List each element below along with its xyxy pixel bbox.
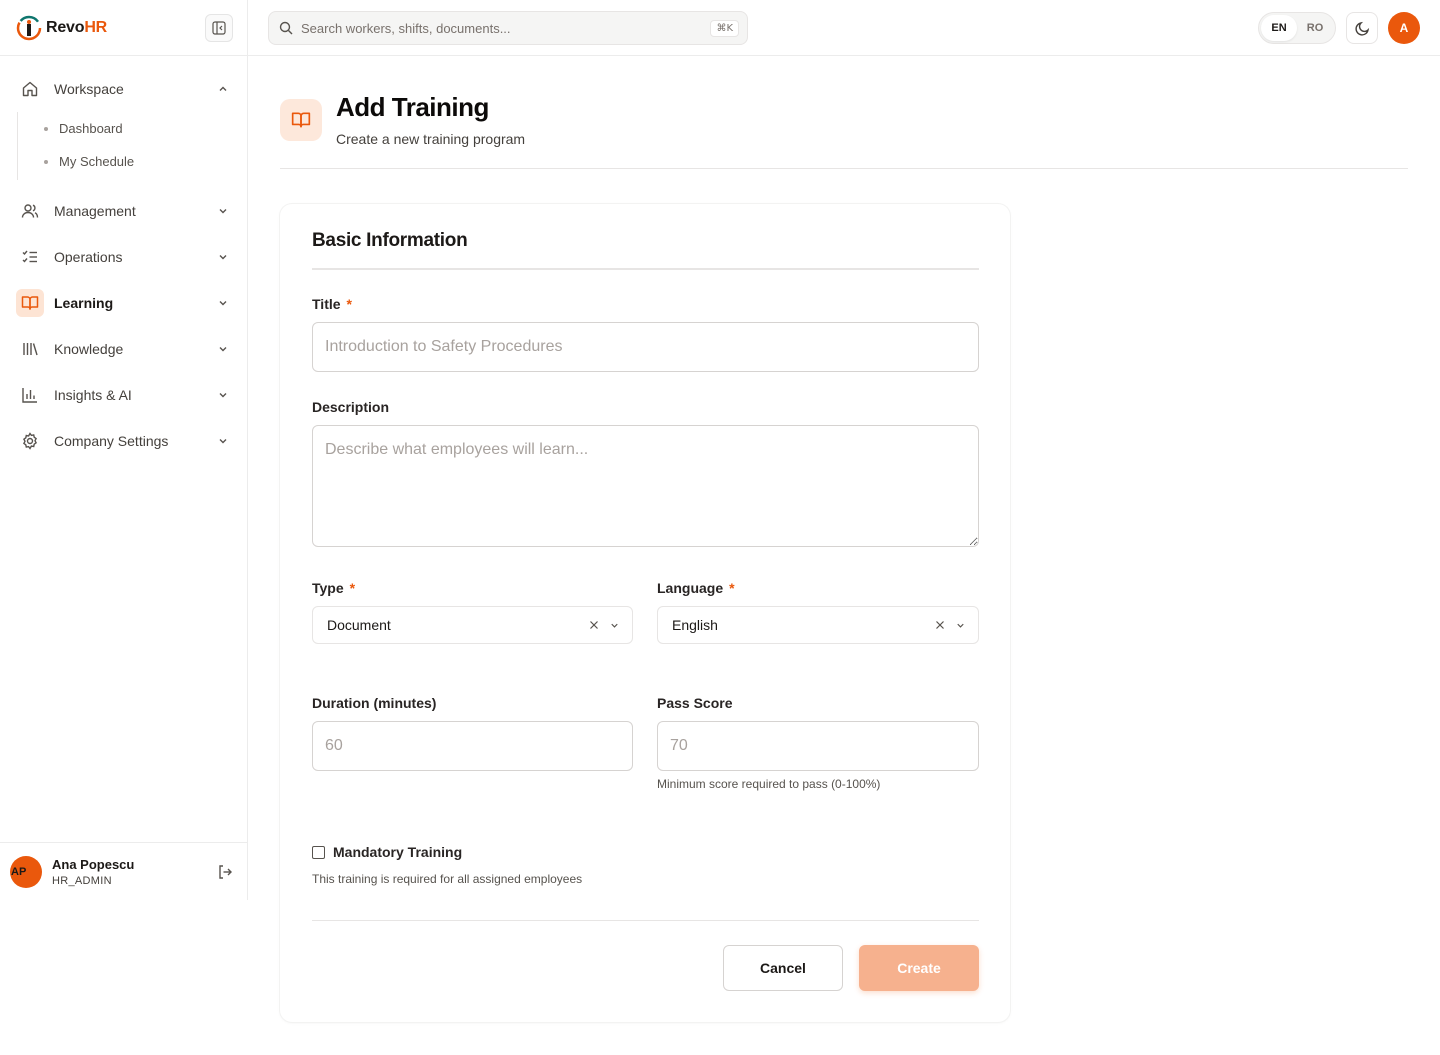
page-header: Add Training Create a new training progr… (280, 92, 1408, 169)
sidebar-user-panel: AP Ana Popescu HR_ADMIN (0, 842, 247, 900)
cancel-button[interactable]: Cancel (723, 945, 843, 991)
mandatory-checkbox[interactable] (312, 845, 325, 859)
chevron-down-icon (215, 295, 231, 311)
user-avatar-button[interactable]: A (1388, 12, 1420, 44)
clear-icon[interactable] (586, 617, 602, 633)
sidebar-collapse-button[interactable] (205, 13, 233, 42)
mandatory-row: Mandatory Training (312, 844, 462, 860)
chevron-down-icon (215, 203, 231, 219)
chevron-down-icon (606, 617, 622, 633)
topbar: ⌘K EN RO A (248, 0, 1440, 56)
sidebar-item-learning[interactable]: Learning (16, 284, 231, 322)
search-bar[interactable]: ⌘K (268, 11, 748, 45)
language-select[interactable]: English (657, 606, 979, 644)
title-input[interactable] (312, 322, 979, 372)
required-mark: * (729, 580, 735, 596)
language-select-value: English (672, 617, 718, 633)
sidebar-subitem-dashboard[interactable]: Dashboard (18, 112, 231, 145)
mandatory-label[interactable]: Mandatory Training (333, 844, 462, 860)
sidebar-item-label: Learning (54, 295, 114, 311)
book-open-icon (280, 99, 322, 141)
language-label: Language * (657, 580, 735, 596)
description-label: Description (312, 399, 390, 415)
panel-left-icon (212, 20, 226, 35)
theme-toggle-button[interactable] (1346, 12, 1378, 44)
sidebar-item-label: Workspace (54, 81, 124, 97)
language-option-ro[interactable]: RO (1297, 15, 1333, 41)
title-label: Title * (312, 296, 352, 312)
search-input[interactable] (301, 20, 711, 36)
sidebar-header: RevoHR (0, 0, 247, 56)
form-footer-divider (312, 920, 979, 921)
sidebar-nav: Workspace Dashboard My Schedule Manageme… (0, 56, 247, 460)
list-checks-icon (16, 243, 44, 271)
book-open-icon (16, 289, 44, 317)
mandatory-hint: This training is required for all assign… (312, 872, 583, 886)
moon-icon (1354, 21, 1369, 36)
logout-button[interactable] (213, 860, 237, 884)
required-mark: * (349, 580, 356, 596)
sidebar-subitem-my-schedule[interactable]: My Schedule (18, 145, 231, 178)
sidebar-item-label: Knowledge (54, 341, 124, 357)
library-icon (16, 335, 44, 363)
sidebar-item-insights-ai[interactable]: Insights & AI (16, 376, 231, 414)
sidebar-item-label: Management (54, 203, 136, 219)
search-icon (279, 21, 293, 35)
main-content: Add Training Create a new training progr… (248, 56, 1440, 1055)
chevron-up-icon (215, 81, 231, 97)
sidebar-item-knowledge[interactable]: Knowledge (16, 330, 231, 368)
duration-input[interactable] (312, 721, 633, 771)
clear-icon[interactable] (932, 617, 948, 633)
sidebar: RevoHR Workspace Dashboard My Schedule M… (0, 0, 248, 900)
sidebar-item-management[interactable]: Management (16, 192, 231, 230)
sidebar-item-label: Company Settings (54, 433, 169, 449)
workspace-submenu: Dashboard My Schedule (17, 112, 231, 180)
users-icon (16, 197, 44, 225)
sidebar-item-label: Insights & AI (54, 387, 132, 403)
training-form-card: Basic Information Title* Description Typ… (280, 204, 1010, 1022)
duration-label: Duration (minutes) (312, 695, 437, 711)
avatar[interactable]: AP (10, 855, 42, 888)
page-subtitle: Create a new training program (336, 131, 526, 147)
section-title: Basic Information (312, 230, 468, 251)
logo-icon (16, 15, 42, 40)
language-option-en[interactable]: EN (1261, 15, 1297, 41)
sidebar-item-operations[interactable]: Operations (16, 238, 231, 276)
search-shortcut-hint: ⌘K (710, 19, 739, 37)
sidebar-item-company-settings[interactable]: Company Settings (16, 422, 231, 460)
page-title: Add Training (336, 92, 489, 122)
description-textarea[interactable] (312, 425, 979, 547)
app-logo[interactable]: RevoHR (16, 15, 107, 41)
chevron-down-icon (952, 617, 968, 633)
required-mark: * (346, 296, 352, 312)
pass-score-input[interactable] (657, 721, 979, 771)
sidebar-item-label: Operations (54, 249, 123, 265)
type-label: Type * (312, 580, 356, 596)
pass-score-hint: Minimum score required to pass (0-100%) (657, 777, 881, 791)
home-icon (16, 75, 44, 103)
user-role: HR_ADMIN (52, 874, 112, 887)
chevron-down-icon (215, 433, 231, 449)
chevron-down-icon (215, 249, 231, 265)
chevron-down-icon (215, 341, 231, 357)
type-select[interactable]: Document (312, 606, 633, 644)
create-button[interactable]: Create (859, 945, 979, 991)
pass-score-label: Pass Score (657, 695, 733, 711)
language-switcher: EN RO (1258, 12, 1336, 44)
type-select-value: Document (327, 617, 391, 633)
user-name: Ana Popescu (52, 856, 135, 872)
section-divider (312, 268, 979, 270)
gear-icon (16, 427, 44, 455)
user-info: Ana Popescu HR_ADMIN (52, 857, 213, 887)
logout-icon (219, 864, 232, 879)
brand-name: RevoHR (46, 18, 108, 36)
sidebar-item-workspace[interactable]: Workspace (16, 70, 231, 108)
bar-chart-icon (16, 381, 44, 409)
chevron-down-icon (215, 387, 231, 403)
